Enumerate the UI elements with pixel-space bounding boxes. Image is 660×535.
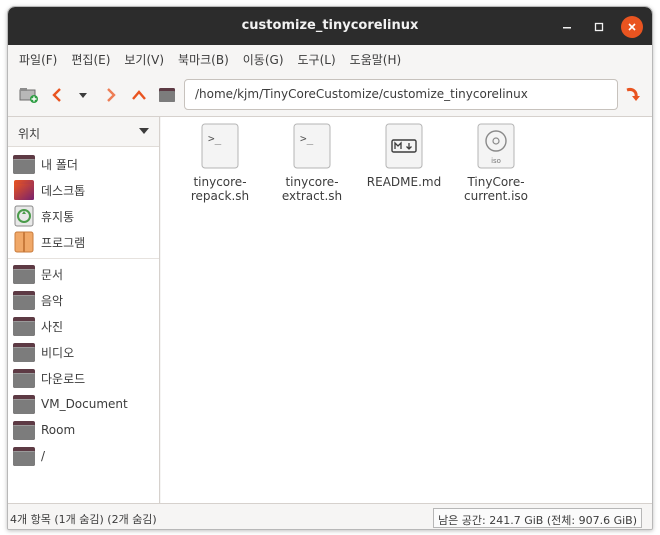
sidebar-separator xyxy=(8,258,159,259)
sidebar-item-label: 사진 xyxy=(41,319,64,334)
menu-edit[interactable]: 편집(E) xyxy=(64,51,117,68)
markdown-file-icon xyxy=(385,123,423,169)
back-icon xyxy=(52,88,61,102)
sidebar-item-label: VM_Document xyxy=(41,397,128,411)
sidebar-item-downloads[interactable]: 다운로드 xyxy=(8,365,159,391)
folder-icon xyxy=(13,341,35,363)
close-button[interactable] xyxy=(621,16,643,38)
forward-button[interactable] xyxy=(100,84,122,106)
sidebar-item-root[interactable]: / xyxy=(8,443,159,469)
history-dropdown-icon xyxy=(79,93,87,98)
file-item-extract[interactable]: >_ tinycore- extract.sh xyxy=(267,123,357,203)
sidebar-header-label: 위치 xyxy=(18,127,41,141)
menu-file[interactable]: 파일(F) xyxy=(12,51,64,68)
folder-icon xyxy=(13,445,35,467)
file-name: TinyCore- xyxy=(467,175,525,189)
sidebar-item-label: 내 폴더 xyxy=(41,157,78,172)
sidebar-item-vm-document[interactable]: VM_Document xyxy=(8,391,159,417)
toolbar: /home/kjm/TinyCoreCustomize/customize_ti… xyxy=(8,73,652,117)
svg-text:>_: >_ xyxy=(300,132,314,145)
close-icon xyxy=(628,23,636,31)
menu-bar: 파일(F) 편집(E) 보기(V) 북마크(B) 이동(G) 도구(L) 도움말… xyxy=(8,45,652,73)
location-path-input[interactable]: /home/kjm/TinyCoreCustomize/customize_ti… xyxy=(184,79,618,110)
menu-tools[interactable]: 도구(L) xyxy=(291,51,343,68)
sidebar-item-label: / xyxy=(41,449,46,463)
shell-script-icon: >_ xyxy=(201,123,239,169)
item-count-status: 4개 항목 (1개 숨김) (2개 숨김) xyxy=(10,513,157,526)
file-view[interactable]: >_ tinycore- repack.sh >_ tinycore- extr… xyxy=(161,117,652,503)
menu-go[interactable]: 이동(G) xyxy=(236,51,291,68)
up-button[interactable] xyxy=(128,84,150,106)
file-manager-window: customize_tinycorelinux 파일(F) 편집(E) 보기(V… xyxy=(7,6,653,530)
shell-script-icon: >_ xyxy=(293,123,331,169)
history-dropdown-button[interactable] xyxy=(72,84,94,106)
file-item-readme[interactable]: README.md xyxy=(359,123,449,189)
minimize-icon xyxy=(563,27,571,29)
sidebar-item-pictures[interactable]: 사진 xyxy=(8,313,159,339)
sidebar-item-label: 음악 xyxy=(41,293,64,308)
svg-text:>_: >_ xyxy=(208,132,222,145)
reload-icon xyxy=(626,88,640,101)
sidebar-item-label: 휴지통 xyxy=(41,209,75,224)
iso-badge-label: iso xyxy=(491,157,501,165)
file-item-iso[interactable]: iso TinyCore- current.iso xyxy=(451,123,541,203)
chevron-down-icon[interactable] xyxy=(139,128,149,134)
sidebar-item-room[interactable]: Room xyxy=(8,417,159,443)
maximize-button[interactable] xyxy=(588,16,610,38)
desktop-icon xyxy=(14,180,34,200)
sidebar-item-label: 문서 xyxy=(41,267,64,282)
menu-view[interactable]: 보기(V) xyxy=(117,51,171,68)
folder-icon xyxy=(13,367,35,389)
iso-disc-icon: iso xyxy=(477,123,515,169)
sidebar-item-label: Room xyxy=(41,423,76,437)
back-button[interactable] xyxy=(46,84,68,106)
sidebar-item-music[interactable]: 음악 xyxy=(8,287,159,313)
sidebar-item-label: 데스크톱 xyxy=(41,183,86,198)
menu-bookmarks[interactable]: 북마크(B) xyxy=(171,51,236,68)
file-name: extract.sh xyxy=(281,189,343,203)
file-name: repack.sh xyxy=(190,189,250,203)
sidebar-item-documents[interactable]: 문서 xyxy=(8,261,159,287)
folder-icon xyxy=(159,88,175,102)
sidebar-item-home[interactable]: 내 폴더 xyxy=(8,151,159,177)
minimize-button[interactable] xyxy=(556,16,578,38)
sidebar-item-label: 비디오 xyxy=(41,345,75,360)
status-bar: 4개 항목 (1개 숨김) (2개 숨김) 남은 공간: 241.7 GiB (… xyxy=(8,503,652,529)
forward-icon xyxy=(107,88,116,102)
sidebar-item-desktop[interactable]: 데스크톱 xyxy=(8,177,159,203)
sidebar-item-trash[interactable]: 휴지통 xyxy=(8,203,159,229)
folder-icon xyxy=(13,263,35,285)
title-bar[interactable]: customize_tinycorelinux xyxy=(8,7,652,45)
sidebar-header[interactable]: 위치 xyxy=(8,117,159,147)
file-name: tinycore- xyxy=(285,175,339,189)
places-sidebar: 위치 내 폴더 데스크톱 휴지통 프로그램 문서 음악 사진 비디오 다운로드 … xyxy=(8,117,160,503)
file-name: README.md xyxy=(366,175,442,189)
folder-icon xyxy=(13,419,35,441)
file-item-repack[interactable]: >_ tinycore- repack.sh xyxy=(175,123,265,203)
applications-icon xyxy=(14,231,34,253)
sidebar-item-videos[interactable]: 비디오 xyxy=(8,339,159,365)
menu-help[interactable]: 도움말(H) xyxy=(343,51,409,68)
sidebar-item-label: 프로그램 xyxy=(41,235,86,250)
free-space-status: 남은 공간: 241.7 GiB (전체: 907.6 GiB) xyxy=(433,508,642,528)
location-folder-button[interactable] xyxy=(156,84,178,106)
new-folder-button[interactable] xyxy=(18,84,40,106)
new-folder-icon xyxy=(19,88,38,103)
sidebar-item-applications[interactable]: 프로그램 xyxy=(8,229,159,255)
folder-icon xyxy=(13,315,35,337)
folder-icon xyxy=(13,289,35,311)
home-folder-icon xyxy=(13,153,35,175)
maximize-icon xyxy=(594,22,604,32)
folder-icon xyxy=(13,393,35,415)
up-icon xyxy=(132,90,146,100)
trash-icon xyxy=(14,205,34,227)
file-name: tinycore- xyxy=(193,175,247,189)
sidebar-item-label: 다운로드 xyxy=(41,371,86,386)
reload-button[interactable] xyxy=(621,84,643,106)
file-name: current.iso xyxy=(463,189,529,203)
